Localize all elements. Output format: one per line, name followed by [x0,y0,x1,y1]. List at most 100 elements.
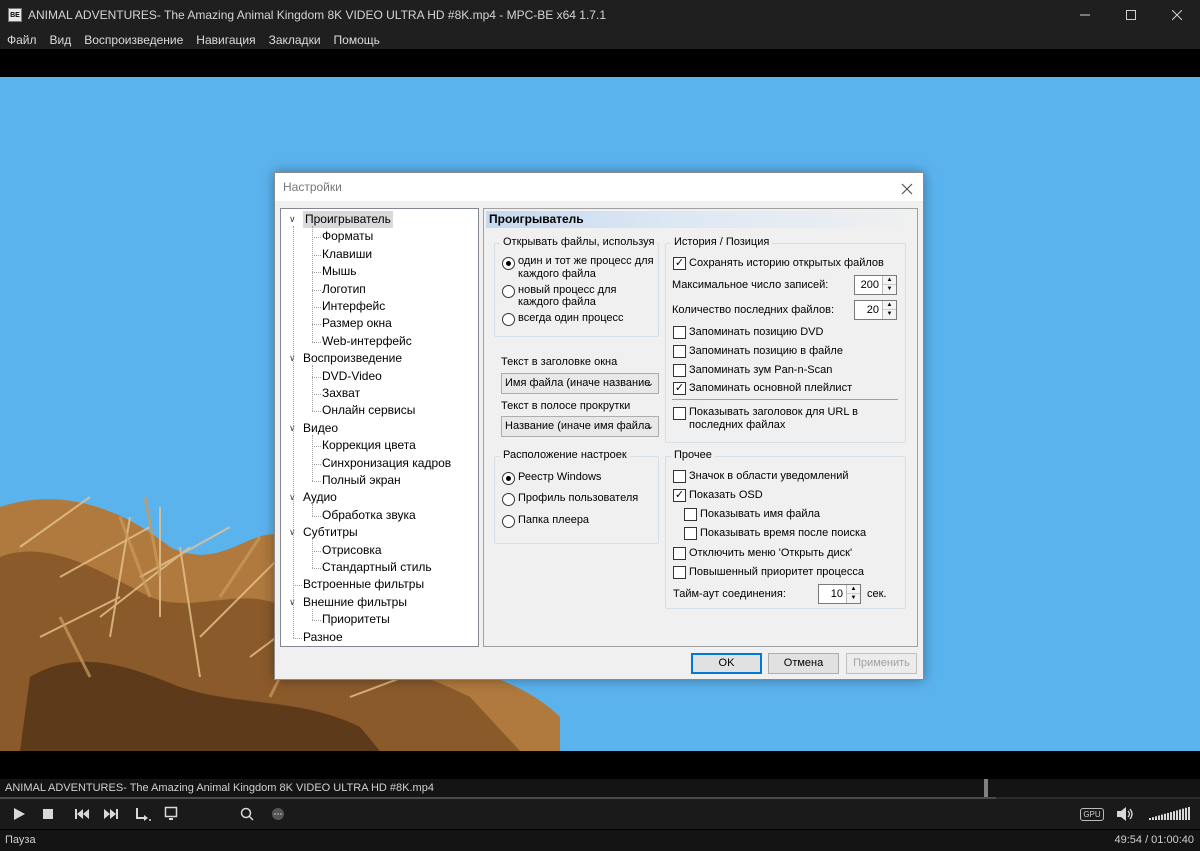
registry-radio[interactable] [502,472,515,485]
spin-down-icon[interactable]: ▼ [883,285,896,294]
spin-down-icon[interactable]: ▼ [883,310,896,319]
remember-zoom-checkbox[interactable] [673,364,686,377]
show-url-title-checkbox[interactable] [673,407,686,420]
open-new-process-label-2[interactable]: каждого файла [518,296,596,308]
open-single-process-radio[interactable] [502,313,515,326]
subtitles-button[interactable] [268,804,288,824]
tree-expand-icon[interactable]: ∨ [289,214,296,225]
open-file-button[interactable] [161,804,181,824]
close-button[interactable] [1154,0,1200,30]
tree-item[interactable]: Интерфейс [322,298,385,315]
ok-button[interactable]: OK [691,653,762,674]
cancel-button[interactable]: Отмена [768,653,839,674]
apply-button[interactable]: Применить [846,653,917,674]
seekbar-thumb[interactable] [984,779,988,797]
tree-item[interactable]: Коррекция цвета [322,437,416,454]
remember-playlist-label[interactable]: Запоминать основной плейлист [689,382,852,394]
tree-item[interactable]: Воспроизведение [303,350,402,367]
next-button[interactable] [101,804,121,824]
open-same-process-label-2[interactable]: каждого файла [518,268,596,280]
tree-item[interactable]: Клавиши [322,246,372,263]
previous-button[interactable] [72,804,92,824]
show-time-after-seek-checkbox[interactable] [684,527,697,540]
tree-item[interactable]: Форматы [322,228,373,245]
play-button[interactable] [9,804,29,824]
tray-icon-checkbox[interactable] [673,470,686,483]
tree-item[interactable]: Аудио [303,489,337,506]
user-profile-radio[interactable] [502,493,515,506]
menu-help[interactable]: Помощь [334,33,380,47]
tree-item[interactable]: Встроенные фильтры [303,576,424,593]
show-osd-label[interactable]: Показать OSD [689,489,763,501]
remember-file-checkbox[interactable] [673,345,686,358]
tree-item[interactable]: Стандартный стиль [322,559,432,576]
high-priority-checkbox[interactable] [673,566,686,579]
menu-file[interactable]: Файл [7,33,37,47]
save-history-checkbox[interactable]: ✓ [673,257,686,270]
spin-up-icon[interactable]: ▲ [847,585,860,594]
tree-item[interactable]: Размер окна [322,315,392,332]
open-same-process-label-1[interactable]: один и тот же процесс для [518,255,654,267]
remember-dvd-checkbox[interactable] [673,326,686,339]
disable-open-disc-label[interactable]: Отключить меню 'Открыть диск' [689,547,852,559]
dialog-close-button[interactable] [899,179,915,195]
disable-open-disc-checkbox[interactable] [673,547,686,560]
remember-file-label[interactable]: Запоминать позицию в файле [689,345,843,357]
volume-slider[interactable] [1148,804,1192,824]
menu-navigation[interactable]: Навигация [196,33,255,47]
remember-dvd-label[interactable]: Запоминать позицию DVD [689,326,823,338]
minimize-button[interactable] [1062,0,1108,30]
show-url-title-label-2[interactable]: последних файлах [689,419,785,431]
tree-item[interactable]: Проигрыватель [303,211,393,228]
stop-button[interactable] [38,804,58,824]
max-records-spin-buttons[interactable]: ▲ ▼ [882,276,896,294]
open-single-process-label[interactable]: всегда один процесс [518,312,624,324]
recent-count-spin-buttons[interactable]: ▲ ▼ [882,301,896,319]
tree-item[interactable]: Синхронизация кадров [322,455,451,472]
frame-step-button[interactable] [133,804,153,824]
show-filename-label[interactable]: Показывать имя файла [700,508,820,520]
show-time-after-seek-label[interactable]: Показывать время после поиска [700,527,866,539]
window-title-text-select[interactable]: Имя файла (иначе название ⌄ [501,373,659,394]
high-priority-label[interactable]: Повышенный приоритет процесса [689,566,864,578]
show-osd-checkbox[interactable]: ✓ [673,489,686,502]
search-button[interactable] [237,804,257,824]
spin-up-icon[interactable]: ▲ [883,301,896,310]
settings-tree[interactable]: Проигрыватель ∨ Форматы Клавиши Мышь Логотип И… [280,208,479,647]
open-new-process-radio[interactable] [502,285,515,298]
menu-bookmarks[interactable]: Закладки [269,33,321,47]
tree-item[interactable]: Полный экран [322,472,401,489]
tree-item[interactable]: Web-интерфейс [322,333,412,350]
tree-item[interactable]: DVD-Video [322,368,382,385]
timeout-spin-buttons[interactable]: ▲ ▼ [846,585,860,603]
tree-item[interactable]: Приоритеты [322,611,390,628]
registry-label[interactable]: Реестр Windows [518,471,601,483]
tree-item[interactable]: Видео [303,420,338,437]
open-new-process-label-1[interactable]: новый процесс для [518,284,616,296]
player-folder-label[interactable]: Папка плеера [518,514,589,526]
spin-down-icon[interactable]: ▼ [847,594,860,603]
maximize-button[interactable] [1108,0,1154,30]
user-profile-label[interactable]: Профиль пользователя [518,492,638,504]
tree-item[interactable]: Отрисовка [322,542,382,559]
mute-button[interactable] [1115,804,1135,824]
tree-item[interactable]: Разное [303,629,343,646]
tree-item[interactable]: Онлайн сервисы [322,402,415,419]
save-history-label[interactable]: Сохранять историю открытых файлов [689,257,884,269]
recent-count-spinner[interactable]: 20 ▲ ▼ [854,300,897,320]
remember-zoom-label[interactable]: Запоминать зум Pan-n-Scan [689,364,832,376]
menu-view[interactable]: Вид [50,33,72,47]
timeout-spinner[interactable]: 10 ▲ ▼ [818,584,861,604]
tree-item[interactable]: Захват [322,385,360,402]
tree-item[interactable]: Обработка звука [322,507,416,524]
spin-up-icon[interactable]: ▲ [883,276,896,285]
time-display[interactable]: 49:54 / 01:00:40 [1114,830,1194,851]
app-icon[interactable]: BE [8,8,22,22]
remember-playlist-checkbox[interactable]: ✓ [673,382,686,395]
seekbar-text-select[interactable]: Название (иначе имя файла ⌄ [501,416,659,437]
tree-item[interactable]: Логотип [322,281,366,298]
tree-item[interactable]: Внешние фильтры [303,594,407,611]
max-records-spinner[interactable]: 200 ▲ ▼ [854,275,897,295]
show-filename-checkbox[interactable] [684,508,697,521]
menu-playback[interactable]: Воспроизведение [84,33,183,47]
